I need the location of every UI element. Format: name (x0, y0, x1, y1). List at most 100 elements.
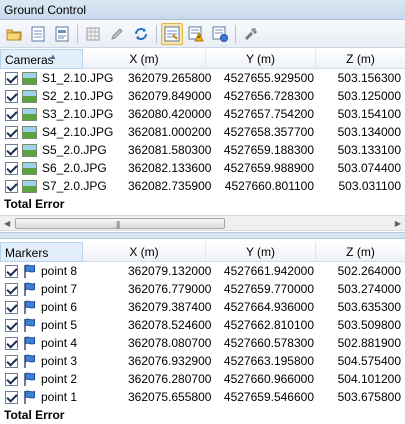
x-value: 362079.265800 (128, 71, 212, 85)
visibility-checkbox[interactable] (5, 143, 18, 157)
x-value: 362076.932900 (128, 354, 212, 368)
visibility-checkbox[interactable] (5, 390, 18, 404)
scrollbar-thumb[interactable]: ||| (15, 218, 225, 229)
x-value: 362078.524600 (128, 318, 212, 332)
visibility-checkbox[interactable] (5, 179, 18, 193)
y-value: 4527657.754200 (223, 107, 314, 121)
import-icon[interactable] (27, 23, 49, 45)
flag-icon (24, 354, 35, 368)
flag-icon (24, 264, 35, 278)
table-row[interactable]: S2_2.10.JPG 362079.849000 4527656.728300 50… (0, 87, 405, 105)
row-name: point 2 (41, 372, 78, 386)
warning-icon[interactable] (185, 23, 207, 45)
x-value: 362079.387400 (128, 300, 212, 314)
view-source-icon[interactable] (161, 22, 183, 45)
x-value: 362080.420000 (128, 107, 212, 121)
panel-splitter[interactable] (0, 232, 405, 239)
grid-icon[interactable] (82, 23, 104, 45)
x-value: 362082.133600 (128, 161, 212, 175)
horizontal-scrollbar[interactable]: ◀ ||| ▶ (0, 215, 405, 231)
table-row[interactable]: point 8 362079.132000 4527661.942000 502.26… (0, 262, 405, 280)
visibility-checkbox[interactable] (5, 125, 18, 139)
table-row[interactable]: point 7 362076.779000 4527659.770000 503.27… (0, 280, 405, 298)
pencil-icon[interactable] (106, 23, 128, 45)
row-name: point 4 (41, 336, 78, 350)
table-row[interactable]: point 3 362076.932900 4527663.195800 504.57… (0, 352, 405, 370)
y-value: 4527659.188300 (223, 143, 314, 157)
table-row[interactable]: S3_2.10.JPG 362080.420000 4527657.754200 50… (0, 105, 405, 123)
visibility-checkbox[interactable] (5, 161, 18, 175)
table-row[interactable]: S4_2.10.JPG 362081.000200 4527658.357700 50… (0, 123, 405, 141)
row-name: point 5 (41, 318, 78, 332)
visibility-checkbox[interactable] (5, 71, 18, 85)
column-header-x[interactable]: X (m) (83, 48, 206, 69)
y-value: 4527660.801100 (224, 179, 314, 193)
table-row[interactable]: S6_2.0.JPG 362082.133600 4527659.988900 503… (0, 159, 405, 177)
z-value: 503.154100 (337, 107, 401, 121)
z-value: 503.509800 (337, 318, 401, 332)
x-value: 362079.132000 (128, 264, 212, 278)
row-name: S3_2.10.JPG (42, 107, 114, 121)
row-name: point 8 (41, 264, 78, 278)
visibility-checkbox[interactable] (5, 336, 18, 350)
visibility-checkbox[interactable] (5, 264, 18, 278)
y-value: 4527664.936000 (223, 300, 314, 314)
z-value: 503.675800 (337, 390, 401, 404)
table-row[interactable]: point 5 362078.524600 4527662.810100 503.50… (0, 316, 405, 334)
z-value: 503.031100 (338, 179, 401, 193)
x-value: 362082.735900 (128, 179, 212, 193)
z-value: 504.575400 (337, 354, 401, 368)
cameras-table: ▲ Cameras X (m) Y (m) Z (m) S1_2.10.JPG 3… (0, 48, 405, 213)
x-value: 362081.580300 (128, 143, 212, 157)
z-value: 503.134000 (337, 125, 401, 139)
visibility-checkbox[interactable] (5, 89, 18, 103)
column-header-z[interactable]: Z (m) (316, 49, 405, 69)
column-header-x[interactable]: X (m) (83, 241, 206, 262)
visibility-checkbox[interactable] (5, 354, 18, 368)
row-name: S5_2.0.JPG (42, 143, 107, 157)
table-row[interactable]: point 4 362078.080700 4527660.578300 502.88… (0, 334, 405, 352)
visibility-checkbox[interactable] (5, 107, 18, 121)
table-row[interactable]: point 6 362079.387400 4527664.936000 503.63… (0, 298, 405, 316)
toolbar (0, 20, 405, 48)
open-folder-icon[interactable] (3, 23, 25, 45)
column-header-y[interactable]: Y (m) (206, 48, 316, 69)
column-header-markers[interactable]: Markers (0, 241, 83, 262)
scroll-right-icon[interactable]: ▶ (395, 219, 401, 228)
table-row[interactable]: point 2 362076.280700 4527660.966000 504.10… (0, 370, 405, 388)
cameras-header: ▲ Cameras X (m) Y (m) Z (m) (0, 48, 405, 69)
table-row[interactable]: S7_2.0.JPG 362082.735900 4527660.801100 503… (0, 177, 405, 195)
visibility-checkbox[interactable] (5, 372, 18, 386)
row-name: S4_2.10.JPG (42, 125, 114, 139)
visibility-checkbox[interactable] (5, 282, 18, 296)
x-value: 362076.280700 (128, 372, 212, 386)
y-value: 4527660.578300 (223, 336, 314, 350)
row-name: S7_2.0.JPG (42, 179, 107, 193)
view-estimated-icon[interactable] (209, 23, 231, 45)
table-row[interactable]: point 1 362075.655800 4527659.546600 503.67… (0, 388, 405, 406)
column-header-z[interactable]: Z (m) (316, 242, 405, 262)
image-icon (22, 161, 37, 175)
export-icon[interactable] (51, 23, 73, 45)
x-value: 362076.779000 (128, 282, 212, 296)
grip-icon: ||| (116, 220, 120, 229)
y-value: 4527659.546600 (223, 390, 314, 404)
y-value: 4527659.988900 (223, 161, 314, 175)
x-value: 362079.849000 (128, 89, 212, 103)
visibility-checkbox[interactable] (5, 318, 18, 332)
sort-arrow-icon: ▲ (49, 51, 57, 61)
visibility-checkbox[interactable] (5, 300, 18, 314)
column-header-y[interactable]: Y (m) (206, 241, 316, 262)
markers-header: Markers X (m) Y (m) Z (m) (0, 241, 405, 262)
settings-icon[interactable] (240, 23, 262, 45)
y-value: 4527660.966000 (223, 372, 314, 386)
row-name: point 3 (41, 354, 78, 368)
table-row[interactable]: S1_2.10.JPG 362079.265800 4527655.929500 50… (0, 69, 405, 87)
image-icon (22, 125, 37, 139)
column-header-cameras[interactable]: ▲ Cameras (0, 48, 83, 69)
row-name: point 1 (41, 390, 78, 404)
scroll-left-icon[interactable]: ◀ (4, 219, 10, 228)
z-value: 503.156300 (337, 71, 401, 85)
table-row[interactable]: S5_2.0.JPG 362081.580300 4527659.188300 503… (0, 141, 405, 159)
refresh-icon[interactable] (130, 23, 152, 45)
